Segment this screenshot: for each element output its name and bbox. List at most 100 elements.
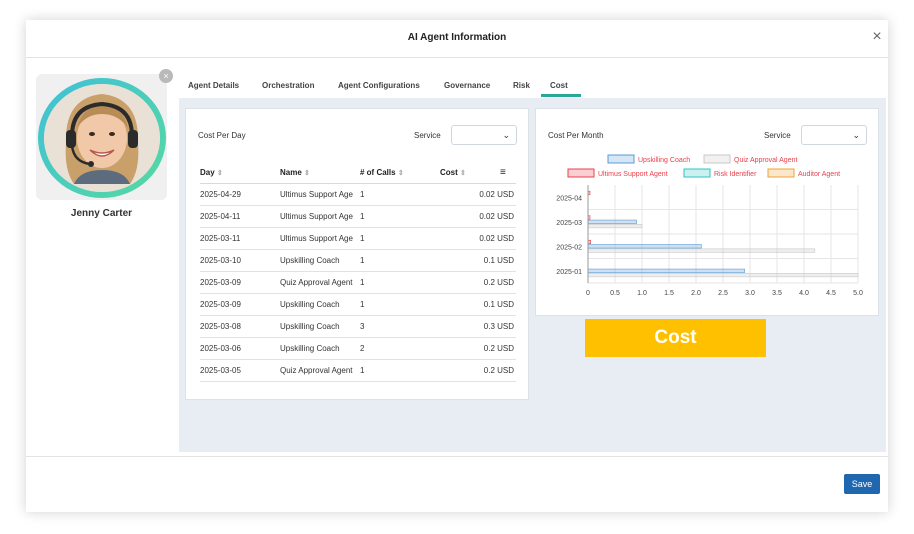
legend-swatch[interactable] — [607, 154, 635, 164]
x-tick-label: 5.0 — [853, 290, 863, 297]
table-row: 2025-03-11 Ultimus Support Age 1 0.02 USD — [200, 227, 516, 250]
bar[interactable] — [587, 268, 745, 273]
cell-cost: 0.02 USD — [430, 227, 516, 250]
avatar-card — [36, 74, 167, 200]
y-tick-label: 2025-01 — [556, 269, 582, 276]
table-row: 2025-03-09 Quiz Approval Agent 1 0.2 USD — [200, 271, 516, 294]
legend-label[interactable]: Ultimus Support Agent — [598, 171, 668, 178]
legend-label[interactable]: Risk Identifier — [714, 171, 757, 178]
cell-cost: 0.1 USD — [430, 249, 516, 272]
tab-governance[interactable]: Governance — [444, 81, 490, 90]
bar[interactable] — [587, 224, 643, 229]
table-row: 2025-04-29 Ultimus Support Age 1 0.02 USD — [200, 183, 516, 206]
chevron-down-icon: ⌄ — [852, 130, 860, 140]
cell-day: 2025-03-06 — [200, 337, 280, 360]
cell-day: 2025-03-09 — [200, 271, 280, 294]
cell-day: 2025-03-05 — [200, 359, 280, 382]
tab-orchestration[interactable]: Orchestration — [262, 81, 314, 90]
cell-day: 2025-03-09 — [200, 293, 280, 316]
legend-swatch[interactable] — [567, 168, 595, 178]
column-header-calls[interactable]: # of Calls ⇕ — [360, 163, 430, 184]
cell-calls: 1 — [360, 293, 430, 316]
sort-icon[interactable]: ⇕ — [217, 170, 223, 177]
legend-swatch[interactable] — [767, 168, 795, 178]
avatar-photo — [44, 84, 160, 192]
content-area: Cost Per Day Service ⌄ Day ⇕ Name ⇕ # of… — [179, 98, 886, 452]
close-icon[interactable]: × — [868, 28, 886, 46]
service-select[interactable]: ⌄ — [801, 125, 867, 145]
column-header-cost[interactable]: Cost ⇕ — [430, 163, 500, 184]
y-tick-label: 2025-02 — [556, 244, 582, 251]
cell-cost: 0.2 USD — [430, 337, 516, 360]
chevron-down-icon: ⌄ — [502, 130, 510, 140]
tab-agent-details[interactable]: Agent Details — [188, 81, 239, 90]
tab-cost[interactable]: Cost — [550, 81, 568, 90]
cell-cost: 0.3 USD — [430, 315, 516, 338]
bar[interactable] — [587, 248, 816, 253]
cell-name: Upskilling Coach — [280, 293, 360, 316]
column-header-day[interactable]: Day ⇕ — [200, 163, 280, 184]
save-button[interactable]: Save — [844, 474, 880, 494]
cell-day: 2025-03-11 — [200, 227, 280, 250]
legend-label[interactable]: Upskilling Coach — [638, 157, 690, 164]
service-select[interactable]: ⌄ — [451, 125, 517, 145]
table-row: 2025-03-06 Upskilling Coach 2 0.2 USD — [200, 337, 516, 360]
cell-name: Ultimus Support Age — [280, 205, 360, 228]
table-row: 2025-03-09 Upskilling Coach 1 0.1 USD — [200, 293, 516, 316]
sort-icon[interactable]: ⇕ — [398, 170, 404, 177]
bar[interactable] — [587, 273, 859, 278]
agent-info-modal: AI Agent Information × × Jenny Carter Ag… — [26, 20, 888, 512]
y-tick-label: 2025-03 — [556, 220, 582, 227]
modal-header: AI Agent Information × — [26, 20, 888, 58]
cost-per-month-title: Cost Per Month — [548, 131, 604, 140]
cell-cost: 0.02 USD — [430, 183, 516, 206]
legend-swatch[interactable] — [683, 168, 711, 178]
x-tick-label: 4.5 — [826, 290, 836, 297]
remove-avatar-icon[interactable]: × — [159, 69, 173, 83]
cost-banner: Cost — [585, 319, 766, 357]
legend-label[interactable]: Auditor Agent — [798, 171, 840, 178]
x-tick-label: 3.5 — [772, 290, 782, 297]
cell-calls: 2 — [360, 337, 430, 360]
sort-icon[interactable]: ⇕ — [460, 170, 466, 177]
cell-day: 2025-04-11 — [200, 205, 280, 228]
cell-calls: 1 — [360, 249, 430, 272]
active-tab-indicator — [541, 94, 581, 97]
cell-name: Ultimus Support Age — [280, 227, 360, 250]
cost-per-day-title: Cost Per Day — [198, 131, 246, 140]
cell-calls: 1 — [360, 205, 430, 228]
x-tick-label: 1.0 — [637, 290, 647, 297]
modal-title: AI Agent Information — [407, 32, 507, 43]
column-header-name[interactable]: Name ⇕ — [280, 163, 360, 184]
cell-cost: 0.2 USD — [430, 359, 516, 382]
tab-risk[interactable]: Risk — [513, 81, 530, 90]
legend-swatch[interactable] — [703, 154, 731, 164]
tab-agent-configurations[interactable]: Agent Configurations — [338, 81, 420, 90]
cell-calls: 1 — [360, 271, 430, 294]
table-row: 2025-03-08 Upskilling Coach 3 0.3 USD — [200, 315, 516, 338]
cell-day: 2025-04-29 — [200, 183, 280, 206]
column-menu-icon[interactable]: ≡ — [500, 163, 516, 184]
x-tick-label: 2.0 — [691, 290, 701, 297]
y-tick-label: 2025-04 — [556, 195, 582, 202]
x-tick-label: 3.0 — [745, 290, 755, 297]
bar[interactable] — [587, 219, 637, 224]
x-tick-label: 0 — [586, 290, 590, 297]
cost-per-month-chart: Upskilling Coach Quiz Approval Agent Ultim… — [556, 154, 863, 297]
sort-icon[interactable]: ⇕ — [304, 170, 310, 177]
cell-name: Quiz Approval Agent — [280, 271, 360, 294]
cell-calls: 1 — [360, 183, 430, 206]
x-tick-label: 2.5 — [718, 290, 728, 297]
cell-calls: 1 — [360, 227, 430, 250]
cell-day: 2025-03-10 — [200, 249, 280, 272]
cell-cost: 0.2 USD — [430, 271, 516, 294]
table-header-row: Day ⇕ Name ⇕ # of Calls ⇕ Cost ⇕ ≡ — [200, 163, 516, 184]
x-tick-label: 1.5 — [664, 290, 674, 297]
cell-name: Ultimus Support Age — [280, 183, 360, 206]
table-row: 2025-03-05 Quiz Approval Agent 1 0.2 USD — [200, 359, 516, 382]
bar[interactable] — [587, 244, 702, 249]
cell-day: 2025-03-08 — [200, 315, 280, 338]
cell-name: Upskilling Coach — [280, 249, 360, 272]
legend-label[interactable]: Quiz Approval Agent — [734, 157, 797, 164]
cell-name: Upskilling Coach — [280, 315, 360, 338]
